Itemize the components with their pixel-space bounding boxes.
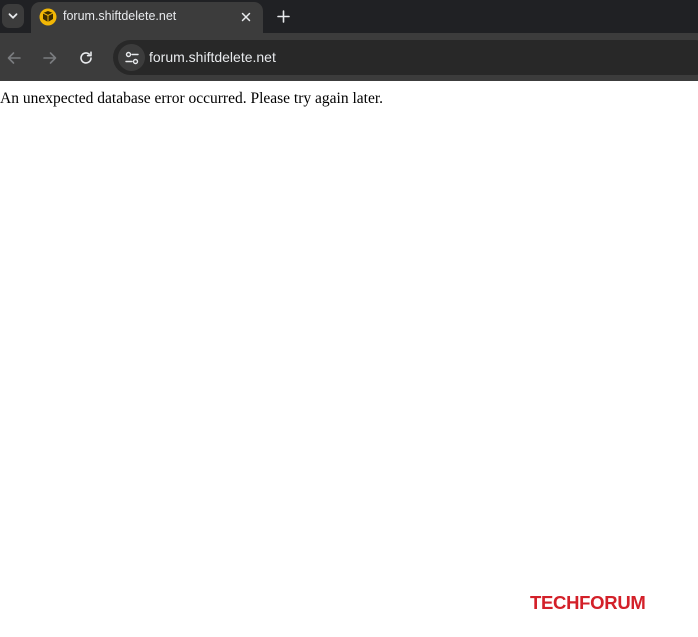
tab-close-button[interactable] [236, 7, 256, 27]
plus-icon [276, 9, 290, 23]
arrow-left-icon [7, 52, 21, 64]
techforum-watermark: TECHFORUM [530, 592, 646, 614]
chevron-down-icon [8, 13, 18, 19]
browser-toolbar: forum.shiftdelete.net [0, 33, 698, 81]
tab-search-button[interactable] [2, 4, 24, 28]
watermark-tech: TECH [530, 592, 580, 613]
tab-strip: forum.shiftdelete.net [0, 0, 698, 33]
url-text[interactable]: forum.shiftdelete.net [149, 49, 276, 65]
new-tab-button[interactable] [272, 5, 294, 27]
shiftdelete-logo-icon [39, 8, 57, 26]
address-bar[interactable]: forum.shiftdelete.net [113, 40, 698, 75]
tab-title: forum.shiftdelete.net [63, 9, 177, 23]
back-button[interactable] [3, 47, 25, 69]
forward-button[interactable] [39, 47, 61, 69]
active-tab[interactable]: forum.shiftdelete.net [31, 2, 263, 33]
site-info-button[interactable] [118, 44, 145, 71]
reload-icon [80, 51, 92, 64]
arrow-right-icon [43, 52, 57, 64]
tune-icon [124, 51, 139, 64]
error-message: An unexpected database error occurred. P… [0, 90, 384, 107]
close-icon [241, 12, 251, 22]
watermark-forum: FORUM [579, 592, 646, 613]
reload-button[interactable] [75, 47, 97, 69]
